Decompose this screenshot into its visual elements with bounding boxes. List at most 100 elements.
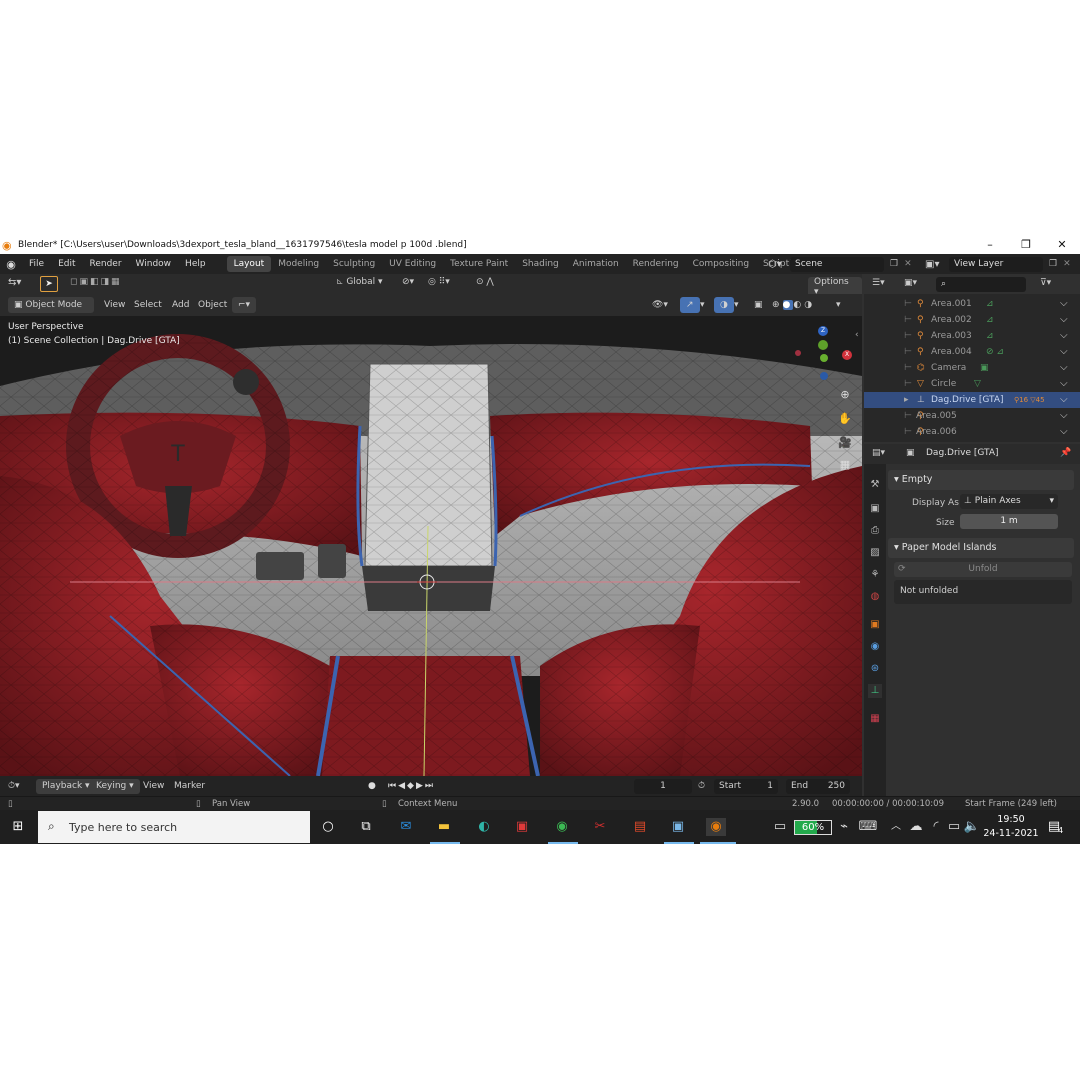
- pin-icon[interactable]: 📌: [1060, 448, 1071, 458]
- view-menu[interactable]: View: [104, 297, 125, 313]
- menu-help[interactable]: Help: [178, 259, 213, 269]
- overlays-icon[interactable]: ◑: [714, 297, 734, 313]
- scene-selector[interactable]: ⬡▾ Scene ❐ ✕: [768, 256, 916, 272]
- scene-copy-icon[interactable]: ❐: [890, 259, 898, 269]
- mail-icon[interactable]: ✉: [396, 818, 416, 836]
- timeline-view-menu[interactable]: View: [143, 779, 164, 794]
- tab-uv-editing[interactable]: UV Editing: [382, 256, 443, 272]
- constraints-tab-icon[interactable]: ⊛: [868, 662, 882, 676]
- close-icon[interactable]: ✕: [1044, 236, 1080, 254]
- tablet-icon[interactable]: ▭: [770, 818, 790, 836]
- tab-sculpting[interactable]: Sculpting: [326, 256, 382, 272]
- add-menu[interactable]: Add: [172, 297, 189, 313]
- texture-tab-icon[interactable]: ▦: [868, 712, 882, 726]
- overlays-dropdown-icon[interactable]: ▾: [734, 297, 739, 313]
- pan-hand-icon[interactable]: ✋: [838, 412, 852, 426]
- orientation-dropdown[interactable]: ⊾ Global ▾: [336, 277, 383, 287]
- restore-icon[interactable]: ❐: [1008, 236, 1044, 254]
- outliner-editor-icon[interactable]: ☰▾: [872, 278, 885, 288]
- outliner-item[interactable]: ⊢ ⚲ Area.002 ⊿ ⌵: [864, 312, 1080, 328]
- show-hidden-icons[interactable]: ︿: [886, 818, 906, 836]
- physics-tab-icon[interactable]: ◉: [868, 640, 882, 654]
- scene-name-field[interactable]: Scene: [790, 256, 884, 272]
- tab-animation[interactable]: Animation: [566, 256, 626, 272]
- mode-dropdown[interactable]: ▣ Object Mode ▾: [8, 297, 94, 326]
- playback-menu[interactable]: Playback ▾: [36, 779, 96, 794]
- chrome-icon[interactable]: ◉: [552, 818, 572, 836]
- snap-icon[interactable]: ◎ ⠿▾: [428, 277, 450, 287]
- outliner-item[interactable]: ⊢ ⚲ Area.005 ⌵: [864, 408, 1080, 424]
- menu-file[interactable]: File: [22, 259, 51, 269]
- proportional-edit-icon[interactable]: ⊙ ⋀: [476, 277, 494, 287]
- gizmo-toggle-icon[interactable]: ↗: [680, 297, 700, 313]
- outliner-item[interactable]: ⊢ ⚲ Area.001 ⊿ ⌵: [864, 296, 1080, 312]
- tab-compositing[interactable]: Compositing: [686, 256, 756, 272]
- clock-date[interactable]: 24-11-2021: [982, 828, 1040, 839]
- keying-menu[interactable]: Keying ▾: [90, 779, 140, 794]
- view-layer-selector[interactable]: ▣▾ View Layer ❐ ✕: [925, 256, 1075, 272]
- world-tab-icon[interactable]: ◍: [868, 590, 882, 604]
- menu-render[interactable]: Render: [83, 259, 129, 269]
- editor-type-icon[interactable]: ⇆▾: [8, 277, 21, 288]
- pivot-icon[interactable]: ⊘▾: [402, 277, 414, 287]
- size-field[interactable]: 1 m: [960, 514, 1058, 529]
- properties-editor-icon[interactable]: ▤▾: [872, 448, 885, 458]
- keyboard-icon[interactable]: ⌨: [858, 818, 878, 836]
- scene-tab-icon[interactable]: ⚘: [868, 568, 882, 582]
- visibility-icon[interactable]: 👁▾: [652, 297, 668, 313]
- end-frame-field[interactable]: End 250: [786, 779, 850, 794]
- menu-window[interactable]: Window: [129, 259, 179, 269]
- display-mode-icon[interactable]: ▣▾: [904, 278, 917, 288]
- edge-icon[interactable]: ◐: [474, 818, 494, 836]
- axis-y-icon[interactable]: [818, 340, 828, 350]
- outliner-item[interactable]: ⊢ ⚲ Area.004 ⊘ ⊿ ⌵: [864, 344, 1080, 360]
- gizmo-dropdown-icon[interactable]: ▾: [700, 297, 705, 313]
- cloud-icon[interactable]: ☁: [906, 818, 926, 836]
- shading-modes-icon[interactable]: ⊕●◐◑: [772, 297, 815, 313]
- wifi-icon[interactable]: ◜: [926, 818, 946, 836]
- snipping-tool-icon[interactable]: ✂: [590, 818, 610, 836]
- select-tool-icon[interactable]: ➤: [40, 276, 58, 292]
- clock-time[interactable]: 19:50: [986, 814, 1036, 825]
- outliner-item-selected[interactable]: ▸ ⊥ Dag.Drive [GTA] ⚲16 ▽45 ⌵: [864, 392, 1080, 408]
- windows-start-icon[interactable]: ⊞: [8, 818, 28, 836]
- unfold-button[interactable]: ⟳ Unfold: [894, 562, 1072, 577]
- blender-taskbar-icon[interactable]: ◉: [706, 818, 726, 836]
- marker-menu[interactable]: Marker: [174, 779, 205, 794]
- battery-tray-icon[interactable]: ▭: [944, 818, 964, 836]
- axis-z-icon[interactable]: Z: [818, 326, 828, 336]
- reader-app-icon[interactable]: ▣: [512, 818, 532, 836]
- data-tab-icon[interactable]: ⊥: [868, 684, 882, 698]
- outliner-item[interactable]: ⊢ ⚲ Area.003 ⊿ ⌵: [864, 328, 1080, 344]
- terminal-app-icon[interactable]: ▣: [668, 818, 688, 836]
- outliner-item[interactable]: ⊢ ▽ Circle ▽ ⌵: [864, 376, 1080, 392]
- view-layer-field[interactable]: View Layer: [949, 256, 1043, 272]
- output-tab-icon[interactable]: ⎙: [868, 524, 882, 538]
- shading-dropdown-icon[interactable]: ▾: [836, 297, 841, 313]
- view-layer-tab-icon[interactable]: ▨: [868, 546, 882, 560]
- axis-neg-x-icon[interactable]: [795, 350, 801, 356]
- outliner-item[interactable]: ⊢ ⌬ Camera ▣ ⌵: [864, 360, 1080, 376]
- axis-neg-z-icon[interactable]: [820, 372, 828, 380]
- outliner-item[interactable]: ⊢ ⚲ Area.006 ⌵: [864, 424, 1080, 440]
- object-menu[interactable]: Object: [198, 297, 227, 313]
- paper-model-panel-header[interactable]: ▾ Paper Model Islands: [888, 538, 1074, 558]
- tab-shading[interactable]: Shading: [515, 256, 566, 272]
- current-frame-field[interactable]: 1: [634, 779, 692, 794]
- axis-x-icon[interactable]: X: [842, 350, 852, 360]
- cortana-icon[interactable]: ○: [318, 818, 338, 836]
- filter-icon[interactable]: ⊽▾: [1040, 278, 1051, 288]
- task-view-icon[interactable]: ⧉: [356, 818, 376, 836]
- select-mode-icons[interactable]: ◻▣◧◨▦: [70, 277, 121, 287]
- empty-panel-header[interactable]: ▾ Empty: [888, 470, 1074, 490]
- zoom-icon[interactable]: ⊕: [838, 388, 852, 402]
- tab-rendering[interactable]: Rendering: [626, 256, 686, 272]
- view-layer-copy-icon[interactable]: ❐: [1049, 259, 1057, 269]
- tab-layout[interactable]: Layout: [226, 256, 272, 272]
- battery-indicator[interactable]: 60%: [794, 820, 832, 835]
- scene-remove-icon[interactable]: ✕: [904, 259, 912, 269]
- axis-neg-y-icon[interactable]: [820, 354, 828, 362]
- tab-modeling[interactable]: Modeling: [271, 256, 326, 272]
- record-icon[interactable]: ●: [368, 779, 376, 794]
- view-layer-remove-icon[interactable]: ✕: [1063, 259, 1071, 269]
